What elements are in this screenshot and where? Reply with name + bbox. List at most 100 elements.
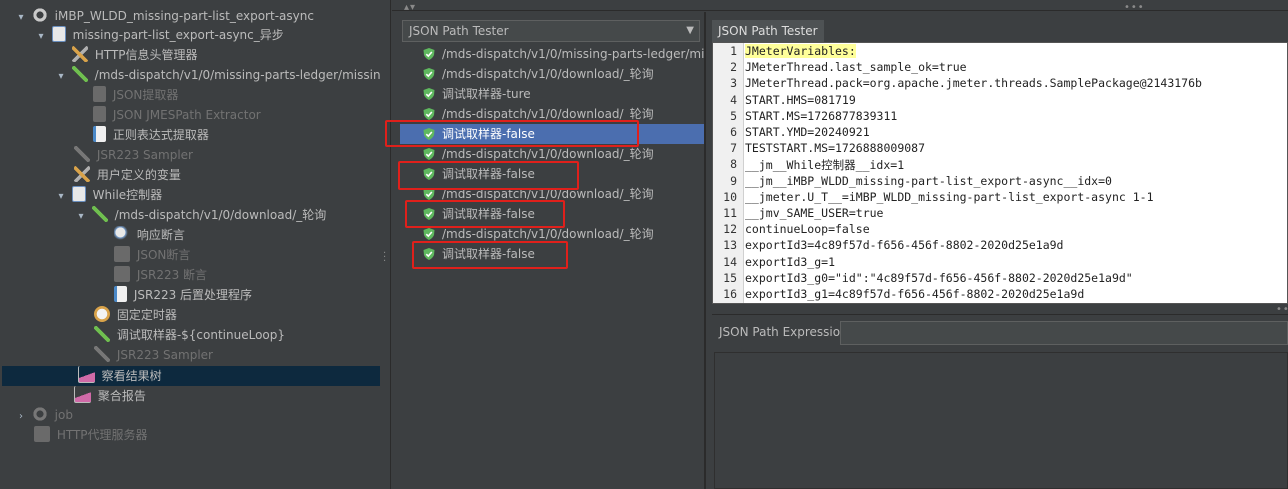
- success-shield-icon: [422, 147, 436, 161]
- chevron-down-icon[interactable]: ▾: [54, 187, 68, 205]
- tab-json-path-tester[interactable]: JSON Path Tester: [712, 20, 824, 44]
- code-line: exportId3=4c89f57d-f656-456f-8802-2020d2…: [745, 238, 1064, 253]
- controller-icon: [71, 186, 86, 202]
- result-item-label: /mds-dispatch/v1/0/download/_轮询: [442, 147, 654, 161]
- tree-item-jsr223-assertion[interactable]: JSR223 断言: [114, 265, 207, 285]
- tree-item-jsr223-postprocessor[interactable]: JSR223 后置处理程序: [114, 285, 252, 305]
- code-line: exportId3_g1=4c89f57d-f656-456f-8802-202…: [745, 287, 1085, 301]
- tree-item-label: 响应断言: [136, 228, 185, 242]
- success-shield-icon: [422, 47, 436, 61]
- code-line: START.YMD=20240921: [745, 125, 870, 139]
- chart-icon: [74, 386, 91, 403]
- line-number: 4: [730, 92, 737, 107]
- tree-item-label: iMBP_WLDD_missing-part-list_export-async: [54, 9, 314, 23]
- gear-icon: [31, 406, 48, 422]
- line-number: 2: [730, 60, 737, 75]
- result-item-label: /mds-dispatch/v1/0/download/_轮询: [442, 227, 654, 241]
- tree-item-jsr223-sampler-2[interactable]: JSR223 Sampler: [94, 345, 213, 365]
- json-path-expression-label: JSON Path Expression: [719, 325, 848, 339]
- test-plan-tree[interactable]: ▾ iMBP_WLDD_missing-part-list_export-asy…: [0, 0, 383, 489]
- tree-item-test-plan[interactable]: ▾ iMBP_WLDD_missing-part-list_export-asy…: [14, 6, 314, 26]
- pipette-icon: [74, 146, 90, 162]
- result-item-label: 调试取样器-ture: [442, 87, 531, 101]
- splitter-grip-icon[interactable]: •••: [1276, 304, 1288, 315]
- line-number: 11: [723, 206, 737, 220]
- tree-item-label: 固定定时器: [116, 308, 177, 322]
- timer-icon: [94, 306, 110, 322]
- tree-item-label: JSR223 断言: [136, 268, 208, 282]
- tree-item-label: missing-part-list_export-async_异步: [72, 28, 284, 42]
- code-line: __jm__iMBP_WLDD_missing-part-list_export…: [745, 173, 1112, 188]
- code-line: __jm__While控制器__idx=1: [745, 158, 905, 173]
- chevron-down-icon[interactable]: ▾: [54, 67, 68, 85]
- tree-item-header-manager[interactable]: HTTP信息头管理器: [72, 45, 198, 65]
- horizontal-splitter[interactable]: [712, 306, 1288, 315]
- response-text-area[interactable]: JMeterVariables: JMeterThread.last_sample…: [712, 42, 1288, 304]
- tree-item-aggregate-report[interactable]: 聚合报告: [74, 386, 146, 406]
- tree-item-label: HTTP代理服务器: [56, 428, 148, 442]
- tree-item-json-extractor[interactable]: JSON提取器: [93, 85, 178, 105]
- tree-item-label: JSON断言: [136, 248, 191, 262]
- tree-item-response-assertion[interactable]: 响应断言: [114, 225, 185, 245]
- code-line: START.MS=1726877839311: [745, 108, 898, 123]
- splitter-grip-icon: · · ·: [383, 248, 388, 267]
- chevron-down-icon[interactable]: ▾: [14, 8, 28, 26]
- tree-item-http-sampler-ledger[interactable]: ▾ /mds-dispatch/v1/0/missing-parts-ledge…: [54, 65, 380, 85]
- tree-item-label: /mds-dispatch/v1/0/download/_轮询: [114, 208, 327, 222]
- annotation-box: [412, 241, 568, 269]
- doc-icon: [114, 286, 127, 302]
- tree-item-debug-sampler[interactable]: 调试取样器-${continueLoop}: [94, 325, 285, 345]
- chevron-down-icon: ▼: [686, 25, 694, 36]
- tree-item-label: HTTP信息头管理器: [94, 48, 198, 62]
- tree-item-json-assertion[interactable]: JSON断言: [114, 245, 190, 265]
- doc-icon: [93, 126, 106, 142]
- result-item[interactable]: 调试取样器-ture: [422, 84, 704, 104]
- tree-item-label: JSON JMESPath Extractor: [112, 108, 261, 122]
- json-path-expression-input[interactable]: [840, 321, 1288, 345]
- result-item[interactable]: /mds-dispatch/v1/0/download/_轮询: [422, 64, 704, 84]
- panel-splitter[interactable]: · · ·: [382, 0, 391, 489]
- pipette-icon: [91, 206, 108, 222]
- doc-icon: [93, 106, 106, 122]
- result-item[interactable]: /mds-dispatch/v1/0/missing-parts-ledger/…: [422, 44, 704, 64]
- tools-icon: [74, 166, 90, 182]
- pipette-icon: [94, 326, 110, 342]
- tree-item-label: 察看结果树: [101, 369, 162, 383]
- success-shield-icon: [422, 107, 436, 121]
- pipette-icon: [94, 346, 110, 362]
- magnifier-icon: [114, 246, 130, 262]
- tree-item-thread-group[interactable]: ▾ missing-part-list_export-async_异步: [34, 25, 284, 45]
- tree-item-regex-extractor[interactable]: 正则表达式提取器: [93, 125, 209, 145]
- tree-item-label: 用户定义的变量: [96, 168, 181, 182]
- json-path-result-area[interactable]: [714, 352, 1288, 489]
- tree-item-label: JSON提取器: [112, 88, 179, 102]
- result-item-label: /mds-dispatch/v1/0/download/_轮询: [442, 107, 654, 121]
- tree-item-view-results-tree[interactable]: 察看结果树: [2, 366, 380, 386]
- tree-item-http-proxy[interactable]: HTTP代理服务器: [34, 425, 148, 445]
- chevron-down-icon[interactable]: ▾: [34, 27, 48, 45]
- line-number: 1: [730, 44, 737, 58]
- tree-item-label: 正则表达式提取器: [112, 128, 209, 142]
- tree-item-jsr223-sampler-1[interactable]: JSR223 Sampler: [74, 145, 193, 165]
- tree-item-jmespath-extractor[interactable]: JSON JMESPath Extractor: [93, 105, 261, 125]
- chevron-right-icon[interactable]: ›: [14, 407, 28, 425]
- line-number: 9: [730, 173, 737, 188]
- tree-item-label: /mds-dispatch/v1/0/missing-parts-ledger/…: [94, 68, 380, 82]
- tree-item-download-poll[interactable]: ▾ /mds-dispatch/v1/0/download/_轮询: [74, 205, 326, 225]
- pipette-icon: [71, 66, 88, 82]
- tree-item-label: 调试取样器-${continueLoop}: [116, 328, 286, 342]
- code-line: __jmeter.U_T__=iMBP_WLDD_missing-part-li…: [745, 189, 1154, 204]
- tree-item-constant-timer[interactable]: 固定定时器: [94, 305, 177, 325]
- annotation-box: [398, 161, 579, 190]
- collapse-arrows-icon[interactable]: ▴▾: [404, 2, 416, 13]
- renderer-select[interactable]: JSON Path Tester ▼: [402, 20, 700, 42]
- tree-item-label: job: [54, 408, 73, 422]
- tree-item-job[interactable]: › job: [14, 405, 73, 425]
- code-line: JMeterThread.pack=org.apache.jmeter.thre…: [745, 76, 1202, 91]
- chevron-down-icon[interactable]: ▾: [74, 207, 88, 225]
- line-number: 13: [723, 238, 737, 253]
- line-number: 7: [730, 141, 737, 156]
- tree-item-while-controller[interactable]: ▾ While控制器: [54, 185, 162, 205]
- renderer-select-value: JSON Path Tester: [409, 24, 509, 38]
- tree-item-user-variables[interactable]: 用户定义的变量: [74, 165, 181, 185]
